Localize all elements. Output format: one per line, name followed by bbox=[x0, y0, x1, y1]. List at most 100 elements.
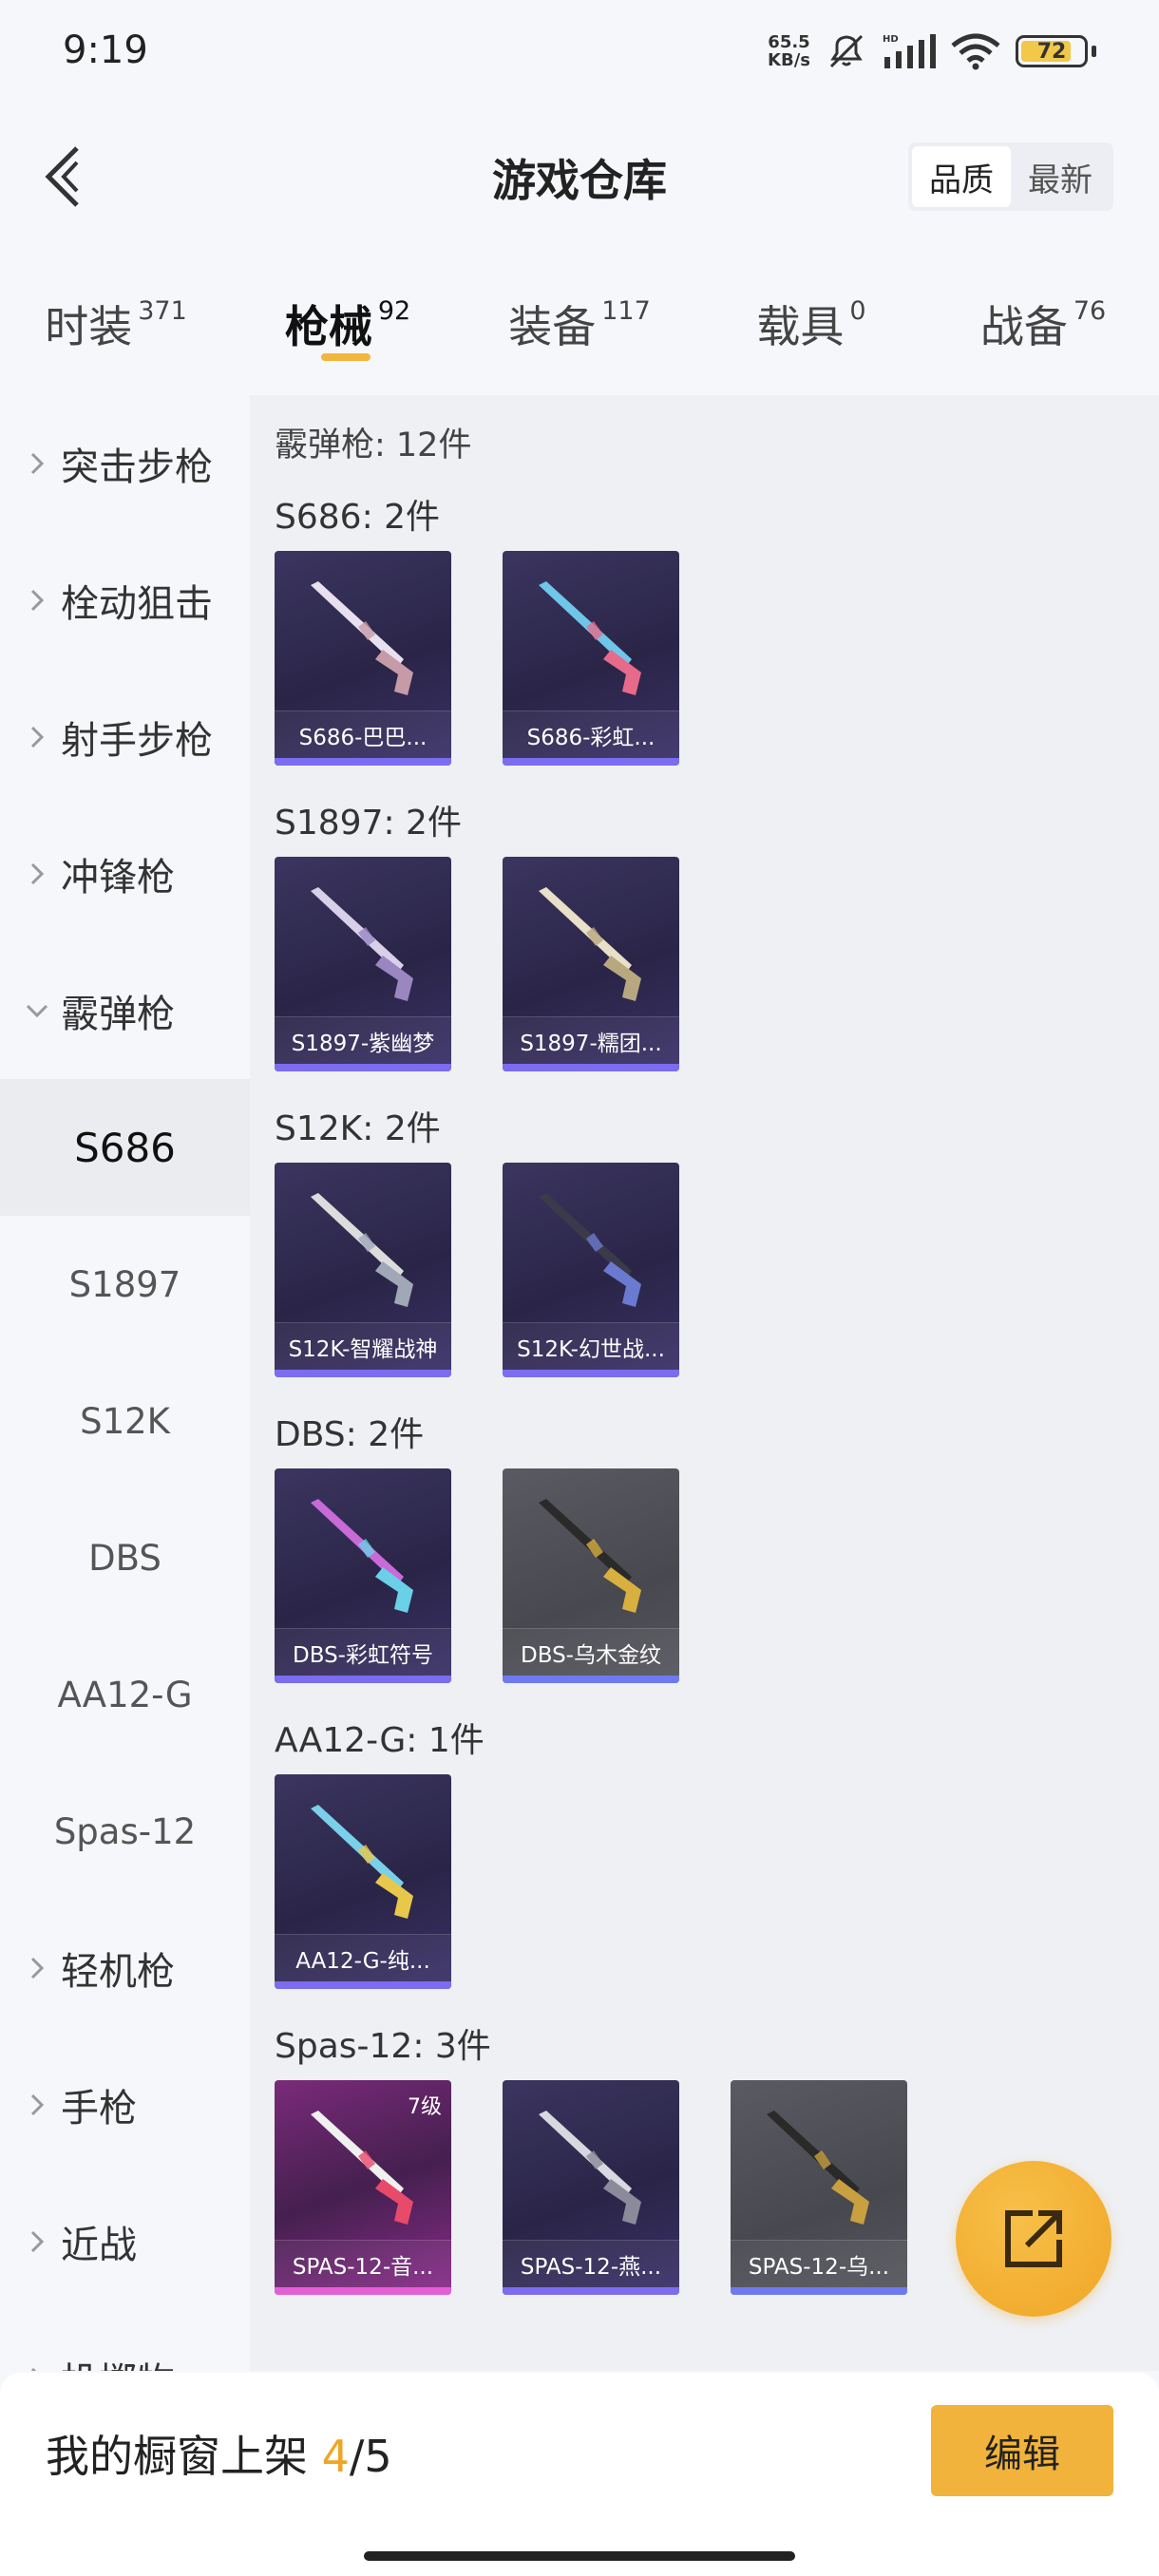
level-badge: 7级 bbox=[408, 2095, 442, 2119]
rarity-bar bbox=[503, 1064, 679, 1071]
rarity-bar bbox=[503, 1676, 679, 1683]
sidebar-item-pistol[interactable]: 手枪 bbox=[0, 2036, 250, 2173]
auto-shotgun-icon bbox=[311, 1193, 413, 1307]
item-card[interactable]: S12K-智耀战神 bbox=[275, 1163, 451, 1377]
edit-button[interactable]: 编辑 bbox=[931, 2405, 1113, 2496]
bottom-bar: 我的橱窗上架 4/5 编辑 bbox=[0, 2373, 1159, 2576]
item-name: S686-巴巴... bbox=[275, 710, 451, 758]
sort-latest-button[interactable]: 最新 bbox=[1011, 146, 1110, 207]
status-bar: 9:19 65.5 KB/s HD 72 bbox=[0, 0, 1159, 110]
item-name: SPAS-12-乌... bbox=[731, 2240, 907, 2287]
battery-icon: 72 bbox=[1016, 35, 1088, 67]
category-total: 霰弹枪: 12件 bbox=[275, 426, 472, 464]
item-card[interactable]: S12K-幻世战... bbox=[503, 1163, 679, 1377]
item-grid: 霰弹枪: 12件 S686: 2件 S686-巴巴... S686-彩虹... S18… bbox=[250, 395, 1159, 2371]
rarity-bar bbox=[275, 1064, 451, 1071]
item-card[interactable]: DBS-乌木金纹 bbox=[503, 1468, 679, 1683]
item-name: S1897-糯团... bbox=[503, 1016, 679, 1064]
sidebar-sub-s1897[interactable]: S1897 bbox=[0, 1216, 250, 1353]
sidebar-sub-s12k[interactable]: S12K bbox=[0, 1353, 250, 1489]
item-card[interactable]: AA12-G-纯... bbox=[275, 1774, 451, 1989]
sidebar-sub-spas12[interactable]: Spas-12 bbox=[0, 1763, 250, 1900]
pump-shotgun-icon bbox=[311, 887, 413, 1001]
group-header: S1897: 2件 bbox=[275, 804, 462, 843]
item-name: S12K-幻世战... bbox=[503, 1322, 679, 1370]
rarity-bar bbox=[731, 2287, 907, 2295]
chevron-right-icon bbox=[23, 586, 51, 615]
item-name: AA12-G-纯... bbox=[275, 1934, 451, 1981]
item-card[interactable]: SPAS-12-燕... bbox=[503, 2080, 679, 2295]
chevron-right-icon bbox=[23, 723, 51, 751]
auto-shotgun-dark-icon bbox=[539, 1193, 641, 1307]
item-card[interactable]: 7级 SPAS-12-音... bbox=[275, 2080, 451, 2295]
rarity-bar bbox=[275, 1370, 451, 1377]
rarity-bar bbox=[275, 1676, 451, 1683]
status-icons: 65.5 KB/s HD 72 bbox=[768, 30, 1096, 72]
mute-icon bbox=[829, 34, 864, 68]
item-card[interactable]: S1897-糯团... bbox=[503, 857, 679, 1071]
bullpup-shotgun-gold-icon bbox=[539, 1499, 641, 1613]
card-row: DBS-彩虹符号 DBS-乌木金纹 bbox=[275, 1468, 1159, 1689]
chevron-right-icon bbox=[23, 860, 51, 888]
item-card[interactable]: S686-彩虹... bbox=[503, 551, 679, 766]
chevron-right-icon bbox=[23, 2091, 51, 2119]
shotgun-double-rainbow-icon bbox=[539, 581, 641, 695]
sidebar-item-melee[interactable]: 近战 bbox=[0, 2173, 250, 2310]
sidebar-item-lmg[interactable]: 轻机枪 bbox=[0, 1900, 250, 2036]
item-card[interactable]: S1897-紫幽梦 bbox=[275, 857, 451, 1071]
item-name: S1897-紫幽梦 bbox=[275, 1016, 451, 1064]
shotgun-double-icon bbox=[311, 581, 413, 695]
sidebar-item-marksman-rifle[interactable]: 射手步枪 bbox=[0, 669, 250, 805]
card-row: S12K-智耀战神 S12K-幻世战... bbox=[275, 1163, 1159, 1383]
shelf-status: 我的橱窗上架 4/5 bbox=[46, 2431, 392, 2482]
item-name: S686-彩虹... bbox=[503, 710, 679, 758]
sort-quality-button[interactable]: 品质 bbox=[912, 146, 1011, 207]
tab-fashion[interactable]: 时装 371 bbox=[0, 256, 232, 380]
card-row: AA12-G-纯... bbox=[275, 1774, 1159, 1995]
sidebar-item-shotgun[interactable]: 霰弹枪 bbox=[0, 942, 250, 1079]
sidebar-item-throwable[interactable]: 投掷物 bbox=[0, 2310, 250, 2371]
header: 游戏仓库 品质 最新 bbox=[0, 123, 1159, 228]
aa12-shotgun-icon bbox=[311, 1805, 413, 1919]
sidebar-item-bolt-sniper[interactable]: 栓动狙击 bbox=[0, 532, 250, 669]
pump-shotgun-cream-icon bbox=[539, 887, 641, 1001]
sidebar-item-smg[interactable]: 冲锋枪 bbox=[0, 805, 250, 942]
item-name: DBS-乌木金纹 bbox=[503, 1628, 679, 1676]
rarity-bar bbox=[275, 758, 451, 766]
tab-vehicles[interactable]: 载具 0 bbox=[695, 256, 927, 380]
tab-equipment[interactable]: 装备 117 bbox=[464, 256, 695, 380]
sidebar-sub-dbs[interactable]: DBS bbox=[0, 1489, 250, 1626]
sidebar-sub-aa12g[interactable]: AA12-G bbox=[0, 1626, 250, 1763]
group-header: S12K: 2件 bbox=[275, 1109, 441, 1148]
tab-guns[interactable]: 枪械 92 bbox=[232, 256, 464, 380]
item-card[interactable]: SPAS-12-乌... bbox=[731, 2080, 907, 2295]
rarity-bar bbox=[503, 2287, 679, 2295]
rarity-bar bbox=[275, 1981, 451, 1989]
item-name: DBS-彩虹符号 bbox=[275, 1628, 451, 1676]
chevron-right-icon bbox=[23, 2227, 51, 2256]
sort-toggle: 品质 最新 bbox=[908, 142, 1113, 211]
wifi-icon bbox=[951, 33, 1000, 70]
signal-icon: HD bbox=[883, 34, 936, 68]
rarity-bar bbox=[503, 1370, 679, 1377]
share-button[interactable] bbox=[956, 2161, 1112, 2317]
item-card[interactable]: S686-巴巴... bbox=[275, 551, 451, 766]
tab-supplies[interactable]: 战备 76 bbox=[927, 256, 1159, 380]
svg-text:HD: HD bbox=[883, 34, 899, 45]
item-card[interactable]: DBS-彩虹符号 bbox=[275, 1468, 451, 1683]
group-header: S686: 2件 bbox=[275, 498, 441, 537]
group-header: DBS: 2件 bbox=[275, 1415, 425, 1454]
sidebar-sub-s686[interactable]: S686 bbox=[0, 1079, 250, 1216]
chevron-right-icon bbox=[23, 1954, 51, 1982]
sidebar: 突击步枪 栓动狙击 射手步枪 冲锋枪 霰弹枪 S686 S1897 S12K D… bbox=[0, 395, 250, 2371]
spas-shotgun-silver-icon bbox=[539, 2111, 641, 2225]
item-name: SPAS-12-音... bbox=[275, 2240, 451, 2287]
group-header: Spas-12: 3件 bbox=[275, 2027, 491, 2066]
item-name: S12K-智耀战神 bbox=[275, 1322, 451, 1370]
chevron-down-icon bbox=[23, 996, 51, 1025]
sidebar-item-assault-rifle[interactable]: 突击步枪 bbox=[0, 395, 250, 532]
share-icon bbox=[1005, 2210, 1062, 2267]
spas-shotgun-gold-icon bbox=[767, 2111, 869, 2225]
card-row: S686-巴巴... S686-彩虹... bbox=[275, 551, 1159, 771]
bullpup-shotgun-rainbow-icon bbox=[311, 1499, 413, 1613]
